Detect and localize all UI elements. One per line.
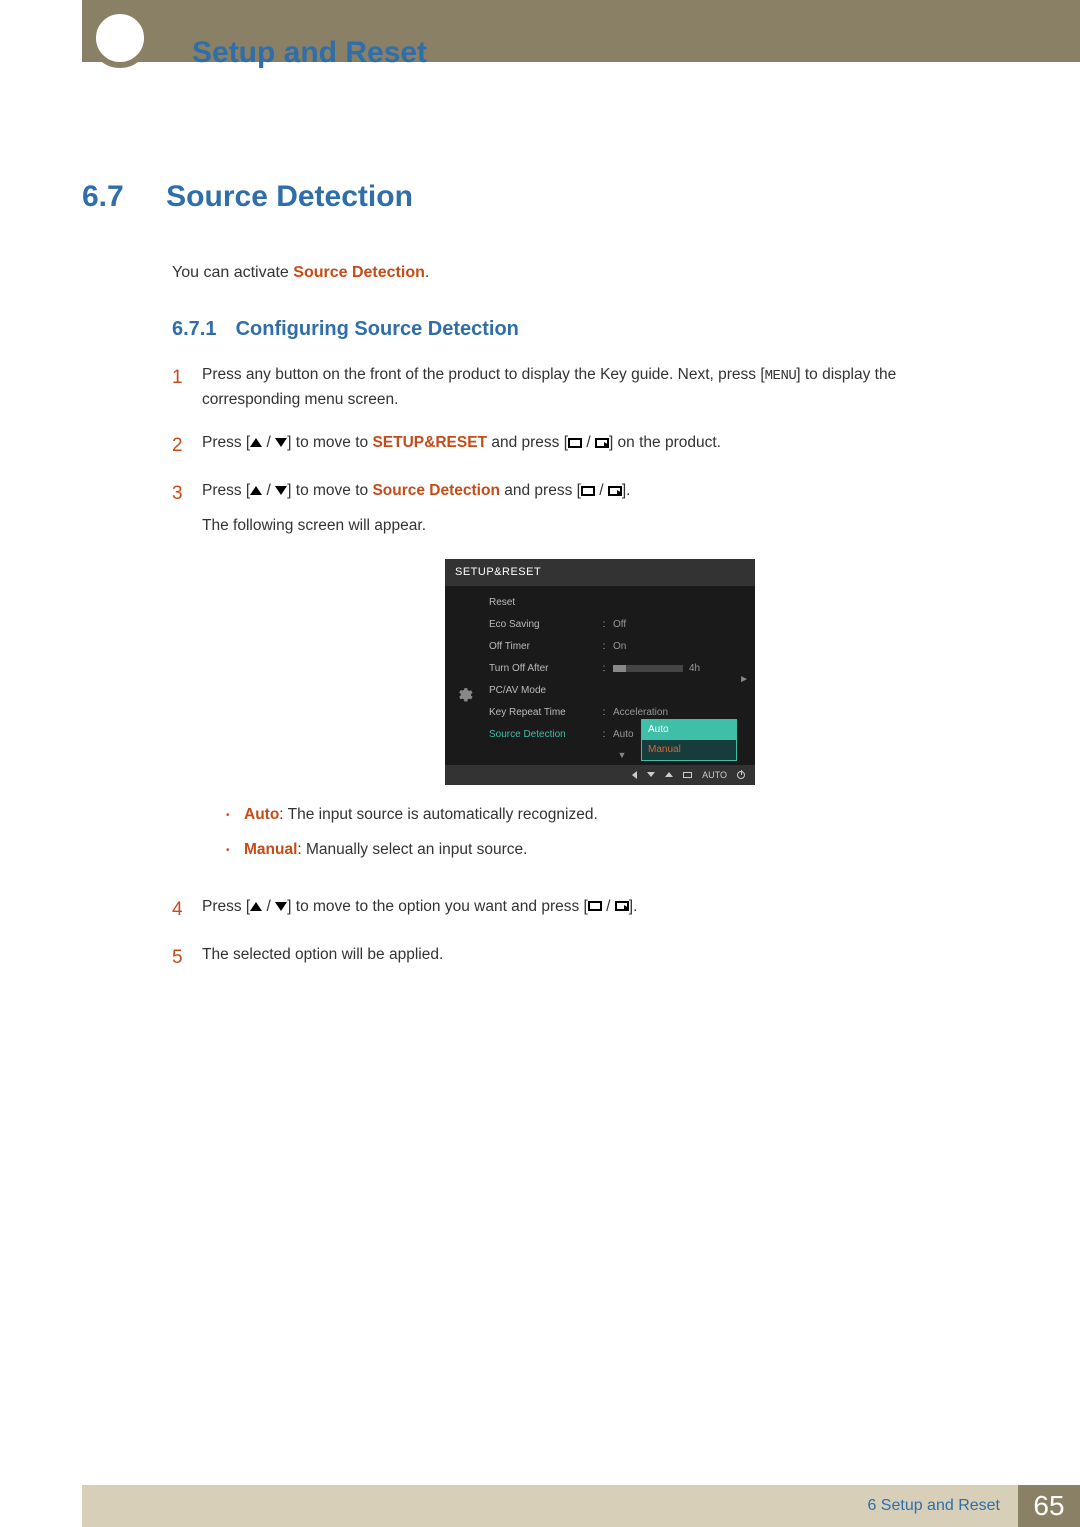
step-body: Press [ / ] to move to the option you wa… xyxy=(202,895,998,925)
down-arrow-icon xyxy=(275,438,287,447)
step-body: Press [ / ] to move to SETUP&RESET and p… xyxy=(202,431,998,461)
osd-screen: SETUP&RESET Reset Eco Saving:Off Off Tim… xyxy=(445,559,755,785)
enter-icon xyxy=(595,438,609,448)
down-arrow-icon xyxy=(275,486,287,495)
bullet-item: Manual: Manually select an input source. xyxy=(226,838,998,863)
osd-sidebar xyxy=(445,586,483,764)
text: ]. xyxy=(622,482,631,499)
step-body: Press [ / ] to move to Source Detection … xyxy=(202,479,998,877)
progress-bar-icon xyxy=(613,665,683,672)
auto-label: AUTO xyxy=(702,768,727,782)
enter-icon xyxy=(608,486,622,496)
osd-value: Off xyxy=(609,617,755,633)
text: ] to move to the option you want and pre… xyxy=(287,898,588,915)
text: ] to move to xyxy=(287,434,372,451)
left-arrow-icon xyxy=(632,771,637,779)
down-arrow-icon xyxy=(275,902,287,911)
step-item: 1 Press any button on the front of the p… xyxy=(172,363,998,413)
osd-label: Source Detection xyxy=(489,727,599,743)
menu-button-label: MENU xyxy=(765,368,797,384)
highlight-text: Source Detection xyxy=(372,482,499,499)
text: ] on the product. xyxy=(609,434,721,451)
osd-label: Key Repeat Time xyxy=(489,705,599,721)
bullet-item: Auto: The input source is automatically … xyxy=(226,803,998,828)
step-note: The following screen will appear. xyxy=(202,514,998,539)
text: Press any button on the front of the pro… xyxy=(202,366,765,383)
highlight-text: Manual xyxy=(244,841,297,858)
text: : Manually select an input source. xyxy=(297,841,527,858)
osd-popup-option-selected: Auto xyxy=(642,720,736,740)
text: . xyxy=(425,264,429,281)
osd-row: Turn Off After:4h xyxy=(489,658,755,680)
up-arrow-icon xyxy=(250,486,262,495)
section-intro: You can activate Source Detection. xyxy=(172,264,998,282)
step-body: The selected option will be applied. xyxy=(202,943,998,973)
down-arrow-icon xyxy=(647,772,655,777)
subsection-title: Configuring Source Detection xyxy=(236,318,519,340)
text: : The input source is automatically reco… xyxy=(279,806,598,823)
section-number: 6.7 xyxy=(82,180,162,214)
page-content: 6.7 Source Detection You can activate So… xyxy=(82,180,998,991)
source-icon xyxy=(581,486,595,496)
osd-footer: AUTO xyxy=(445,765,755,785)
gear-icon xyxy=(455,686,473,704)
up-arrow-icon xyxy=(250,902,262,911)
text: You can activate xyxy=(172,264,293,281)
osd-row: Off Timer:On xyxy=(489,636,755,658)
osd-label: Eco Saving xyxy=(489,617,599,633)
footer-chapter: 6 Setup and Reset xyxy=(82,1485,1018,1527)
source-icon xyxy=(568,438,582,448)
page-number: 65 xyxy=(1018,1485,1080,1527)
page-footer: 6 Setup and Reset 65 xyxy=(82,1485,1080,1527)
osd-popup-option: Manual xyxy=(642,740,736,760)
osd-bar-value: 4h xyxy=(689,663,700,674)
text: Press [ xyxy=(202,434,250,451)
step-number: 1 xyxy=(172,363,202,413)
up-arrow-icon xyxy=(665,772,673,777)
highlight-text: SETUP&RESET xyxy=(372,434,487,451)
osd-value: 4h xyxy=(609,661,755,677)
step-item: 5 The selected option will be applied. xyxy=(172,943,998,973)
chapter-title: Setup and Reset xyxy=(192,36,427,70)
up-arrow-icon xyxy=(250,438,262,447)
enter-icon xyxy=(615,901,629,911)
text: Press [ xyxy=(202,898,250,915)
text: Press [ xyxy=(202,482,250,499)
subsection-heading: 6.7.1 Configuring Source Detection xyxy=(172,318,998,341)
step-number: 3 xyxy=(172,479,202,877)
osd-popup: Auto Manual xyxy=(641,719,737,761)
highlight-text: Source Detection xyxy=(293,264,425,281)
text: ]. xyxy=(629,898,638,915)
text: ] to move to xyxy=(287,482,372,499)
osd-label: PC/AV Mode xyxy=(489,683,599,699)
section-title: Source Detection xyxy=(166,180,413,213)
step-item: 3 Press [ / ] to move to Source Detectio… xyxy=(172,479,998,877)
highlight-text: Auto xyxy=(244,806,279,823)
osd-row: PC/AV Mode xyxy=(489,680,755,702)
text: and press [ xyxy=(487,434,568,451)
osd-label: Turn Off After xyxy=(489,661,599,677)
step-number: 5 xyxy=(172,943,202,973)
step-number: 2 xyxy=(172,431,202,461)
step-body: Press any button on the front of the pro… xyxy=(202,363,998,413)
step-number: 4 xyxy=(172,895,202,925)
text: and press [ xyxy=(500,482,581,499)
step-item: 4 Press [ / ] to move to the option you … xyxy=(172,895,998,925)
subsection-number: 6.7.1 xyxy=(172,318,230,341)
bullets-list: Auto: The input source is automatically … xyxy=(226,803,998,863)
osd-row: Eco Saving:Off xyxy=(489,614,755,636)
chapter-badge-icon xyxy=(90,8,150,68)
osd-value: On xyxy=(609,639,755,655)
section-heading: 6.7 Source Detection xyxy=(82,180,998,214)
osd-label: Off Timer xyxy=(489,639,599,655)
osd-row: Reset xyxy=(489,592,755,614)
osd-label: Reset xyxy=(489,595,599,611)
step-item: 2 Press [ / ] to move to SETUP&RESET and… xyxy=(172,431,998,461)
enter-icon xyxy=(683,772,692,778)
power-icon xyxy=(737,771,745,779)
steps-list: 1 Press any button on the front of the p… xyxy=(172,363,998,973)
osd-title: SETUP&RESET xyxy=(445,559,755,587)
source-icon xyxy=(588,901,602,911)
chevron-right-icon: ► xyxy=(739,672,749,688)
